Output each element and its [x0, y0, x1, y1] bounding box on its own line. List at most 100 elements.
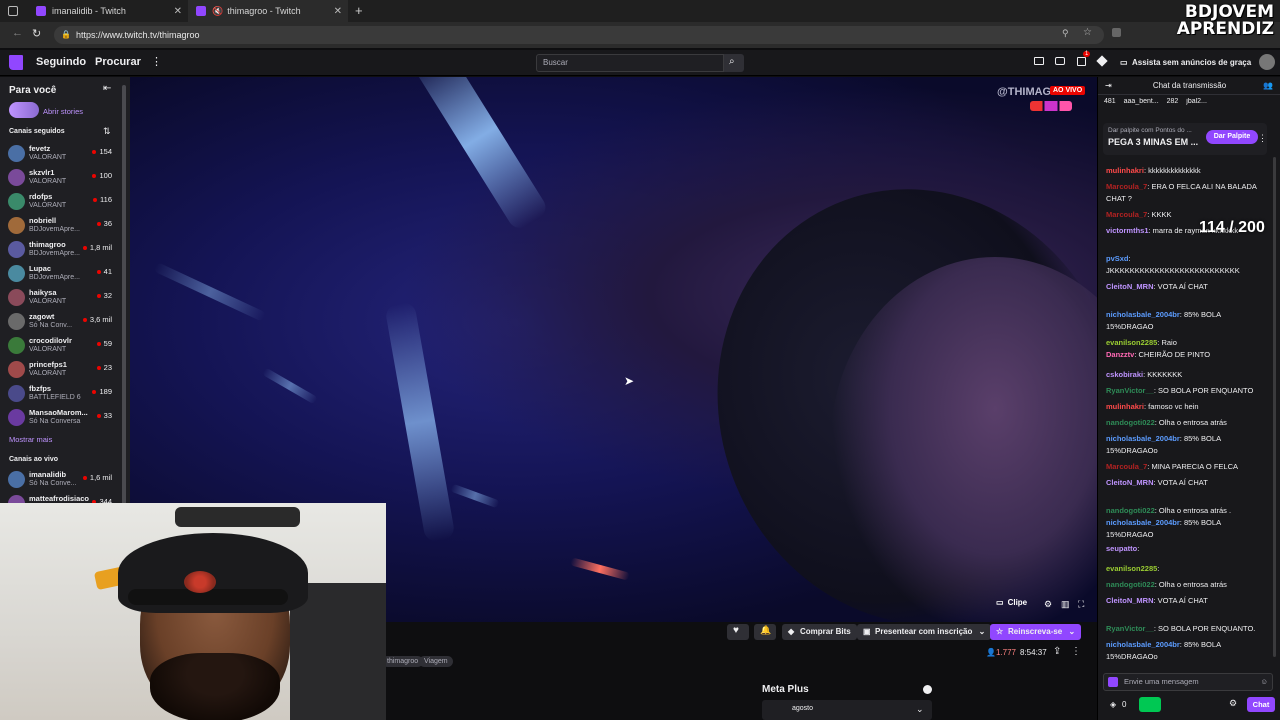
search-input[interactable]: Buscar: [536, 54, 724, 72]
chat-username[interactable]: pvSxd: [1106, 254, 1129, 263]
chat-username[interactable]: nandogoti022: [1106, 506, 1155, 515]
close-tab-icon[interactable]: ✕: [174, 6, 182, 17]
chat-username[interactable]: mulinhakri: [1106, 166, 1144, 175]
mute-icon[interactable]: 🔇: [212, 6, 223, 17]
more-options-icon[interactable]: ⋮: [1258, 133, 1267, 144]
chat-username[interactable]: victormths1: [1106, 226, 1149, 235]
chat-username[interactable]: RyanVictor__: [1106, 624, 1154, 633]
adfree-button[interactable]: ▭ Assista sem anúncios de graça: [1116, 55, 1251, 71]
inbox-icon[interactable]: [1034, 57, 1044, 65]
sidebar-channel[interactable]: thimagroo BDJovemApre... 1,8 mil: [8, 239, 116, 261]
chat-username[interactable]: CleitoN_MRN: [1106, 596, 1154, 605]
chevron-down-icon[interactable]: ⌄: [916, 704, 924, 715]
avatar[interactable]: [1259, 54, 1275, 70]
meta-plus-card[interactable]: agosto ⌄: [762, 700, 932, 720]
refresh-icon[interactable]: ↻: [32, 27, 41, 40]
chat-username[interactable]: evanilson2285: [1106, 564, 1157, 573]
chat-username[interactable]: seupatto: [1106, 544, 1137, 553]
zoom-icon[interactable]: ⚲: [1062, 28, 1069, 39]
nav-following[interactable]: Seguindo: [36, 56, 86, 68]
chat-scrollbar[interactable]: [1273, 157, 1276, 657]
claim-bonus-button[interactable]: [1139, 697, 1161, 712]
sidebar-channel[interactable]: zagowt Só Na Conv... 3,6 mil: [8, 311, 116, 333]
chat-username[interactable]: nandogoti022: [1106, 418, 1155, 427]
chat-username[interactable]: RyanVictor__: [1106, 386, 1154, 395]
chat-username[interactable]: cskobiraki: [1106, 370, 1143, 379]
chat-username[interactable]: mulinhakri: [1106, 402, 1144, 411]
sidebar-channel[interactable]: Lupac BDJovemApre... 41: [8, 263, 116, 285]
info-icon[interactable]: [923, 685, 932, 694]
tab-thimagroo[interactable]: 🔇 thimagroo - Twitch ✕: [188, 0, 348, 22]
more-options-icon[interactable]: ⋮: [151, 55, 162, 68]
screen: { "browser": { "tabs": [ {"title": "iman…: [0, 0, 1280, 720]
sidebar-channel[interactable]: imanalidib Só Na Conve... 1,6 mil: [8, 469, 116, 491]
clip-button[interactable]: ▭ Clipe: [996, 598, 1027, 607]
new-tab-icon[interactable]: +: [355, 3, 363, 18]
emote-icon[interactable]: ☺: [1260, 674, 1268, 690]
live-dot-icon: [82, 318, 87, 323]
sidebar-channel[interactable]: princefps1 VALORANT 23: [8, 359, 116, 381]
close-tab-icon[interactable]: ✕: [334, 6, 342, 17]
chat-username[interactable]: nandogoti022: [1106, 580, 1155, 589]
chat-username[interactable]: Marcoula_7: [1106, 210, 1147, 219]
chat-username[interactable]: nicholasbale_2004br: [1106, 310, 1180, 319]
theatre-mode-icon[interactable]: ▥: [1061, 599, 1070, 610]
share-icon[interactable]: ⇪: [1053, 646, 1061, 657]
chat-username[interactable]: nicholasbale_2004br: [1106, 434, 1180, 443]
gift-sub-button[interactable]: ▣ Presentear com inscrição ⌄: [857, 624, 992, 640]
prediction-card[interactable]: Dar palpite com Pontos do ... PEGA 3 MIN…: [1103, 123, 1267, 155]
buy-bits-button[interactable]: ◆ Comprar Bits: [782, 624, 857, 640]
show-more-link[interactable]: Mostrar mais: [9, 435, 52, 444]
tab-imanalidib[interactable]: imanalidib - Twitch ✕: [28, 0, 188, 22]
chat-username[interactable]: Marcoula_7: [1106, 462, 1147, 471]
chat-input[interactable]: Envie uma mensagem ☺: [1103, 673, 1273, 691]
chat-username[interactable]: evanilson2285: [1106, 338, 1157, 347]
gift-sub-label: Presentear com inscrição: [875, 627, 973, 636]
chat-send-button[interactable]: Chat: [1247, 697, 1275, 712]
sidebar-channel[interactable]: skzvlr1 VALORANT 100: [8, 167, 116, 189]
chat-username[interactable]: CleitoN_MRN: [1106, 282, 1154, 291]
twitch-logo-icon[interactable]: [9, 55, 23, 70]
chat-username[interactable]: Marcoula_7: [1106, 182, 1147, 191]
notifications-toggle[interactable]: 🔔: [754, 624, 776, 640]
settings-icon[interactable]: ⚙: [1229, 698, 1237, 709]
sidebar-channel[interactable]: haikysa VALORANT 32: [8, 287, 116, 309]
follow-button[interactable]: ♥: [727, 624, 749, 640]
more-options-icon[interactable]: ⋮: [1071, 646, 1081, 657]
predict-button[interactable]: Dar Palpite: [1206, 130, 1258, 144]
notifications-icon[interactable]: [1077, 57, 1086, 66]
resubscribe-button[interactable]: ☆ Reinscreva-se ⌄: [990, 624, 1082, 640]
chat-text: :: [1157, 564, 1160, 573]
sidebar-channel[interactable]: fbzfps BATTLEFIELD 6 189: [8, 383, 116, 405]
sort-icon[interactable]: ⇅: [103, 126, 111, 137]
bits-icon[interactable]: [1096, 55, 1108, 67]
users-icon[interactable]: 👥: [1263, 77, 1273, 95]
search-button[interactable]: ⌕: [724, 54, 744, 72]
open-stories-link[interactable]: Abrir stories: [43, 107, 83, 116]
tab-actions-icon[interactable]: [8, 6, 18, 16]
leaderboard-bar[interactable]: 481 aaa_bent... 282 jbal2...: [1104, 98, 1280, 110]
collapse-chat-icon[interactable]: ⇥: [1105, 77, 1112, 95]
favorite-star-icon[interactable]: ☆: [1083, 27, 1092, 38]
chat-username[interactable]: nicholasbale_2004br: [1106, 640, 1180, 649]
extension-icon[interactable]: [1112, 28, 1121, 37]
chat-username[interactable]: Danzztv: [1106, 350, 1134, 359]
stories-avatar[interactable]: [9, 102, 39, 118]
settings-icon[interactable]: ⚙: [1044, 599, 1052, 610]
nav-browse[interactable]: Procurar: [95, 56, 141, 68]
sidebar-channel[interactable]: rdofps VALORANT 116: [8, 191, 116, 213]
back-icon[interactable]: ←: [12, 27, 23, 39]
sidebar-channel[interactable]: nobriell BDJovemApre... 36: [8, 215, 116, 237]
tag-viagem[interactable]: Viagem: [419, 656, 453, 667]
url-field[interactable]: 🔒 https://www.twitch.tv/thimagroo: [54, 26, 1104, 44]
sidebar-channel[interactable]: MansaoMarom... Só Na Conversa 33: [8, 407, 116, 429]
chat-username[interactable]: CleitoN_MRN: [1106, 478, 1154, 487]
tag-thimagroo[interactable]: thimagroo: [382, 656, 424, 667]
whispers-icon[interactable]: [1055, 57, 1065, 65]
sidebar-channel[interactable]: crocodilovlr VALORANT 59: [8, 335, 116, 357]
sidebar-scrollbar[interactable]: [122, 85, 126, 505]
fullscreen-icon[interactable]: ⛶: [1078, 599, 1084, 610]
chat-username[interactable]: nicholasbale_2004br: [1106, 518, 1180, 527]
collapse-sidebar-icon[interactable]: ⇤: [103, 83, 111, 94]
sidebar-channel[interactable]: fevetz VALORANT 154: [8, 143, 116, 165]
